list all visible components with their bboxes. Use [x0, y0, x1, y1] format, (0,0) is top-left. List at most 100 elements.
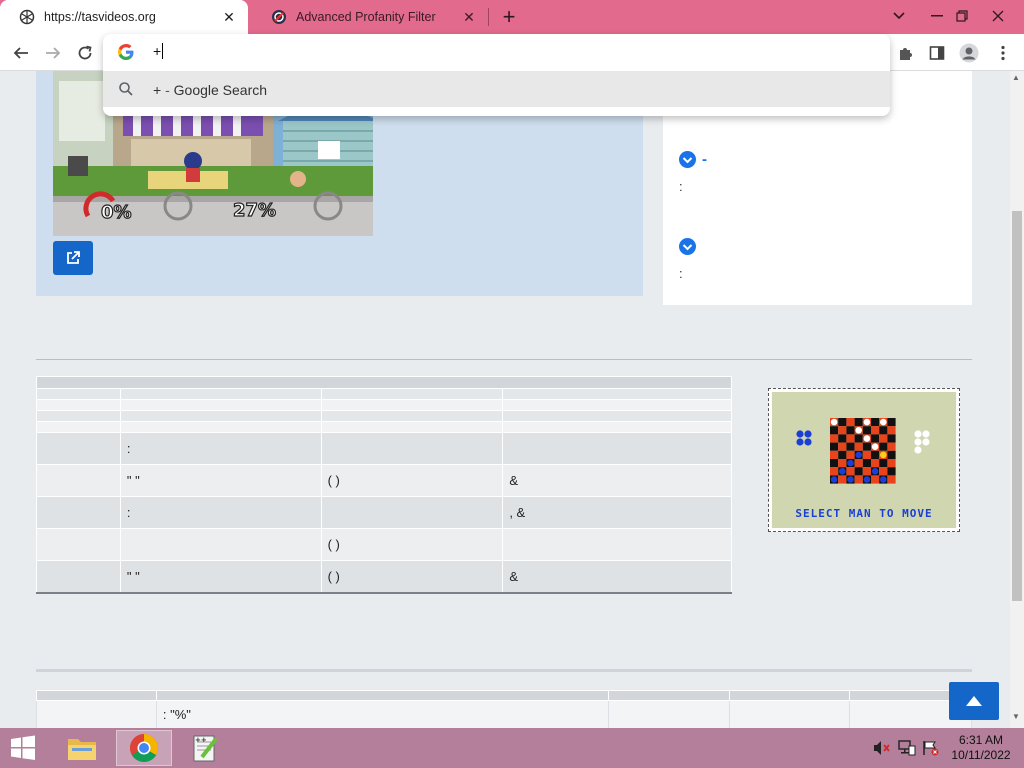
suggestion-query: +: [153, 82, 162, 98]
section-title: -: [702, 151, 707, 169]
windows-taskbar: ++ 6:31 AM 10/11/2022: [0, 728, 1024, 768]
table-cell: [320, 496, 504, 529]
section-divider: [36, 669, 972, 672]
section-value: :: [679, 266, 683, 281]
collapsible-section-1[interactable]: -: [679, 151, 707, 169]
table-row: [36, 421, 732, 433]
external-link-icon: [67, 251, 80, 264]
table-cell: [320, 432, 504, 465]
game-thumbnail[interactable]: SELECT MAN TO MOVE: [768, 388, 960, 532]
table-cell: [729, 700, 851, 728]
extensions-puzzle-icon[interactable]: [891, 38, 921, 68]
chevron-down-icon[interactable]: [679, 151, 696, 169]
forward-arrow-icon[interactable]: [38, 38, 68, 68]
close-tab-icon[interactable]: ✕: [460, 8, 478, 26]
taskbar-notepad-plus-plus[interactable]: ++: [177, 730, 233, 766]
folder-icon: [68, 739, 96, 760]
table-row: " " ( ) &: [36, 560, 732, 594]
table-cell: [36, 432, 121, 465]
more-options-kebab-icon[interactable]: [988, 38, 1018, 68]
table-header-row: [36, 376, 732, 389]
profile-avatar-icon[interactable]: [954, 38, 984, 68]
text-caret: [162, 43, 164, 59]
windows-logo-icon: [11, 735, 35, 760]
bottom-table: : "%": [36, 690, 972, 728]
taskbar-clock[interactable]: 6:31 AM 10/11/2022: [946, 733, 1016, 763]
table-cell: [36, 560, 121, 594]
tasvideos-favicon-icon: [18, 8, 36, 26]
omnibox-suggestion-item[interactable]: + - Google Search: [103, 71, 890, 107]
collapsible-section-2[interactable]: [679, 238, 702, 256]
page-scrollbar[interactable]: ▲ ▼: [1010, 71, 1024, 728]
table-cell: " ": [119, 464, 322, 497]
new-tab-button[interactable]: +: [496, 4, 522, 30]
close-window-icon[interactable]: [975, 0, 1021, 32]
table-cell: : "%": [155, 700, 610, 728]
google-g-icon: [118, 44, 134, 60]
tab-tasvideos[interactable]: https://tasvideos.org ✕: [0, 0, 248, 34]
clock-time: 6:31 AM: [958, 733, 1004, 747]
scroll-up-arrow-icon[interactable]: ▲: [1012, 73, 1020, 82]
omnibox-typed-text: +: [153, 43, 162, 59]
scrollbar-thumb[interactable]: [1012, 211, 1022, 601]
address-bar-input[interactable]: +: [103, 34, 890, 71]
table-row: [36, 399, 732, 411]
table-cell: [36, 528, 121, 561]
table-cell: ( ): [320, 464, 504, 497]
notepad-plus-plus-icon: ++: [193, 735, 218, 762]
close-tab-icon[interactable]: ✕: [220, 8, 238, 26]
table-cell: ( ): [320, 560, 504, 594]
section-value: :: [679, 179, 683, 194]
search-icon: [119, 82, 133, 96]
table-cell: &: [502, 464, 732, 497]
table-cell: [36, 464, 121, 497]
section-divider: [36, 359, 972, 360]
caret-up-icon: [966, 696, 982, 706]
game-caption: SELECT MAN TO MOVE: [795, 507, 933, 520]
start-button[interactable]: [6, 734, 40, 762]
tab-separator: [488, 8, 489, 26]
svg-text:0%: 0%: [101, 202, 132, 223]
table-cell: [502, 432, 732, 465]
chevron-down-icon[interactable]: [679, 238, 696, 256]
table-cell: :: [119, 496, 322, 529]
table-cell: , &: [502, 496, 732, 529]
web-page-content: 0% 27% - : :: " " () &: , & () " " (…: [0, 71, 1010, 728]
profanity-filter-favicon-icon: [270, 8, 288, 26]
taskbar-chrome[interactable]: [116, 730, 172, 766]
table-cell: [119, 528, 322, 561]
action-center-flag-icon[interactable]: [921, 738, 941, 758]
chrome-icon: [130, 734, 158, 762]
publication-table: : " " ( ) & : , & ( ) " " ( ) &: [36, 376, 732, 594]
omnibox-dropdown: + + - Google Search: [103, 34, 890, 116]
checkers-screenshot-image: SELECT MAN TO MOVE: [772, 392, 956, 528]
volume-muted-icon[interactable]: [872, 738, 892, 758]
table-cell: ( ): [320, 528, 504, 561]
table-cell: " ": [119, 560, 322, 594]
network-icon[interactable]: [897, 738, 917, 758]
table-cell: [36, 496, 121, 529]
table-header-row: [36, 690, 972, 701]
back-arrow-icon[interactable]: [6, 38, 36, 68]
table-cell: [502, 528, 732, 561]
table-cell: [36, 700, 157, 728]
scroll-to-top-button[interactable]: [949, 682, 999, 720]
side-panel-icon[interactable]: [922, 38, 952, 68]
table-row: " " ( ) &: [36, 464, 732, 497]
table-row: [36, 410, 732, 422]
table-cell: [608, 700, 731, 728]
table-row: :: [36, 432, 732, 465]
reload-icon[interactable]: [70, 38, 100, 68]
suggestion-separator: -: [165, 82, 170, 98]
tab-title: https://tasvideos.org: [44, 10, 156, 24]
scroll-down-arrow-icon[interactable]: ▼: [1012, 712, 1020, 721]
table-cell: &: [502, 560, 732, 594]
table-row: : , &: [36, 496, 732, 529]
clock-date: 10/11/2022: [951, 748, 1011, 762]
tab-profanity-filter[interactable]: Advanced Profanity Filter ✕: [252, 0, 488, 34]
tab-strip: https://tasvideos.org ✕ Advanced Profani…: [0, 0, 1024, 34]
table-cell: :: [119, 432, 322, 465]
svg-text:27%: 27%: [233, 200, 276, 221]
external-link-button[interactable]: [53, 241, 93, 275]
taskbar-file-explorer[interactable]: [54, 730, 110, 766]
